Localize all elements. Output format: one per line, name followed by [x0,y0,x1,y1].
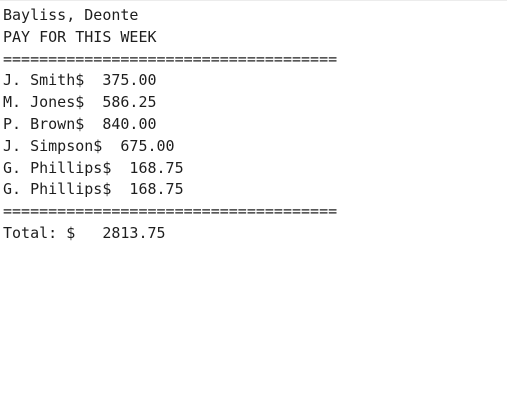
total-line: Total: $ 2813.75 [3,223,166,242]
report-title-line: PAY FOR THIS WEEK [3,27,157,46]
pay-line-smith: J. Smith$ 375.00 [3,71,157,90]
pay-line-phillips-2: G. Phillips$ 168.75 [3,180,184,199]
pay-line-phillips-1: G. Phillips$ 168.75 [3,158,184,177]
pay-line-jones: M. Jones$ 586.25 [3,93,157,112]
pay-line-brown: P. Brown$ 840.00 [3,114,157,133]
separator-bottom: ===================================== [3,202,338,221]
console-output[interactable]: Bayliss, Deonte PAY FOR THIS WEEK ======… [3,5,337,245]
console-window: Bayliss, Deonte PAY FOR THIS WEEK ======… [0,0,507,412]
student-name-line: Bayliss, Deonte [3,6,139,24]
pay-line-simpson: J. Simpson$ 675.00 [3,136,175,155]
separator-top: ===================================== [3,49,338,68]
